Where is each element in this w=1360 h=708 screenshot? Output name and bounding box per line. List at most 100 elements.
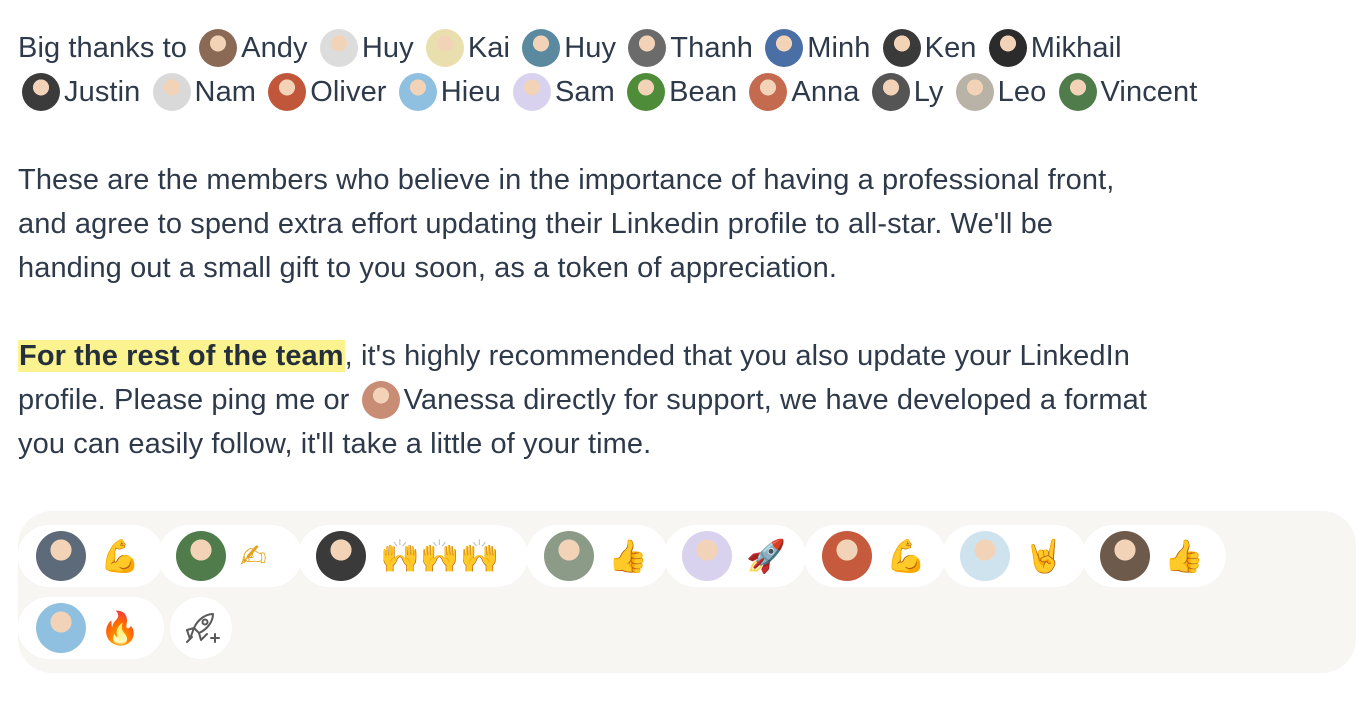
- reaction-chip[interactable]: 🚀: [664, 525, 806, 587]
- fire-icon: 🔥: [100, 609, 140, 647]
- thanks-line-2: Justin Nam Oliver Hieu Sam Bean Anna Ly …: [18, 70, 1348, 114]
- member-mention[interactable]: Huy: [518, 29, 617, 67]
- flexed-biceps-icon: 💪: [100, 537, 140, 575]
- reactor-avatar: [316, 531, 366, 581]
- member-avatar: [765, 29, 804, 67]
- reactor-avatar: [682, 531, 732, 581]
- recommendation-text: directly for support, we have developed …: [515, 384, 1147, 416]
- member-mention[interactable]: Andy: [195, 29, 308, 67]
- reaction-chip[interactable]: 💪: [18, 525, 164, 587]
- reaction-chip[interactable]: 💪: [804, 525, 946, 587]
- member-name: Ken: [924, 32, 977, 64]
- member-mention[interactable]: Minh: [761, 29, 871, 67]
- member-mention[interactable]: Vincent: [1055, 73, 1198, 111]
- member-avatar: [199, 29, 238, 67]
- thumbs-up-icon: 👍: [1164, 537, 1204, 575]
- member-mention[interactable]: Bean: [623, 73, 738, 111]
- reactor-avatar: [36, 531, 86, 581]
- member-name: Ly: [913, 76, 944, 108]
- member-avatar: [627, 73, 666, 111]
- reaction-chip[interactable]: ✍: [158, 525, 302, 587]
- member-name: Oliver: [310, 76, 387, 108]
- member-mention[interactable]: Anna: [745, 73, 860, 111]
- member-name: Sam: [554, 76, 615, 108]
- recommendation-text: profile. Please ping me or: [18, 384, 350, 416]
- reactor-avatar: [544, 531, 594, 581]
- member-name: Anna: [791, 76, 860, 108]
- member-mention[interactable]: Ken: [879, 29, 977, 67]
- recommendation-line-1: For the rest of the team, it's highly re…: [18, 334, 1348, 378]
- member-avatar: [22, 73, 60, 111]
- member-avatar: [988, 29, 1027, 67]
- reaction-chip[interactable]: 🤘: [942, 525, 1086, 587]
- member-name: Minh: [807, 32, 871, 64]
- thumbs-up-icon: 👍: [608, 537, 648, 575]
- member-mention[interactable]: Sam: [509, 73, 615, 111]
- member-avatar: [268, 73, 307, 111]
- member-avatar: [882, 29, 921, 67]
- reactor-avatar: [176, 531, 226, 581]
- member-name: Vanessa: [403, 384, 516, 416]
- member-name: Vincent: [1100, 76, 1198, 108]
- rocket-add-icon: [186, 613, 220, 643]
- member-avatar: [361, 381, 400, 419]
- member-avatar: [628, 29, 667, 67]
- member-mention[interactable]: Nam: [149, 73, 257, 111]
- member-avatar: [319, 29, 358, 67]
- member-name: Nam: [194, 76, 257, 108]
- message-body: Big thanks to Andy Huy Kai Huy Thanh Min…: [18, 26, 1348, 466]
- member-name: Huy: [564, 32, 617, 64]
- reaction-chip[interactable]: 👍: [1082, 525, 1226, 587]
- thanks-prefix: Big thanks to: [18, 32, 187, 64]
- member-mention[interactable]: Leo: [952, 73, 1047, 111]
- writing-hand-icon: ✍: [240, 537, 267, 575]
- appreciation-line-1: These are the members who believe in the…: [18, 164, 1115, 196]
- member-name: Thanh: [670, 32, 754, 64]
- recommendation-line-2: profile. Please ping me or Vanessa direc…: [18, 378, 1348, 422]
- reactor-avatar: [36, 603, 86, 653]
- member-name: Justin: [64, 76, 141, 108]
- member-avatar: [871, 73, 910, 111]
- member-mention[interactable]: Vanessa: [358, 381, 516, 419]
- reactor-avatar: [960, 531, 1010, 581]
- member-avatar: [425, 29, 464, 67]
- appreciation-line-3: handing out a small gift to you soon, as…: [18, 252, 838, 284]
- raising-hands-icon: 🙌🙌🙌: [380, 537, 500, 575]
- member-name: Huy: [361, 32, 414, 64]
- highlighted-text: For the rest of the team: [18, 340, 345, 372]
- appreciation-line-2: and agree to spend extra effort updating…: [18, 208, 1054, 240]
- member-name: Mikhail: [1030, 32, 1122, 64]
- member-mention[interactable]: Mikhail: [985, 29, 1122, 67]
- member-name: Leo: [997, 76, 1047, 108]
- member-avatar: [1058, 73, 1097, 111]
- member-mention[interactable]: Ly: [868, 73, 944, 111]
- member-name: Hieu: [440, 76, 501, 108]
- reaction-chip[interactable]: 🙌🙌🙌: [298, 525, 528, 587]
- reactions-bar: 💪 ✍ 🙌🙌🙌 👍 🚀 💪 🤘 👍 🔥: [18, 511, 1356, 673]
- member-mention[interactable]: Oliver: [264, 73, 387, 111]
- reaction-chip[interactable]: 👍: [526, 525, 668, 587]
- recommendation-text: , it's highly recommended that you also …: [344, 340, 1131, 372]
- member-avatar: [955, 73, 994, 111]
- add-reaction-button[interactable]: [170, 597, 232, 659]
- member-mention[interactable]: Thanh: [624, 29, 754, 67]
- member-avatar: [749, 73, 788, 111]
- member-avatar: [152, 73, 191, 111]
- member-name: Kai: [467, 32, 511, 64]
- member-avatar: [398, 73, 437, 111]
- member-name: Bean: [669, 76, 738, 108]
- member-mention[interactable]: Hieu: [395, 73, 501, 111]
- member-avatar: [512, 73, 551, 111]
- member-mention[interactable]: Kai: [422, 29, 511, 67]
- thanks-line-1: Big thanks to Andy Huy Kai Huy Thanh Min…: [18, 26, 1348, 70]
- rocket-icon: 🚀: [746, 537, 786, 575]
- member-mention[interactable]: Justin: [18, 73, 141, 111]
- mechanical-arm-icon: 💪: [886, 537, 926, 575]
- reaction-chip[interactable]: 🔥: [18, 597, 164, 659]
- member-avatar: [522, 29, 561, 67]
- member-name: Andy: [241, 32, 308, 64]
- reactor-avatar: [1100, 531, 1150, 581]
- member-mention[interactable]: Huy: [316, 29, 414, 67]
- rock-on-hand-icon: 🤘: [1024, 537, 1064, 575]
- recommendation-line-3: you can easily follow, it'll take a litt…: [18, 428, 652, 460]
